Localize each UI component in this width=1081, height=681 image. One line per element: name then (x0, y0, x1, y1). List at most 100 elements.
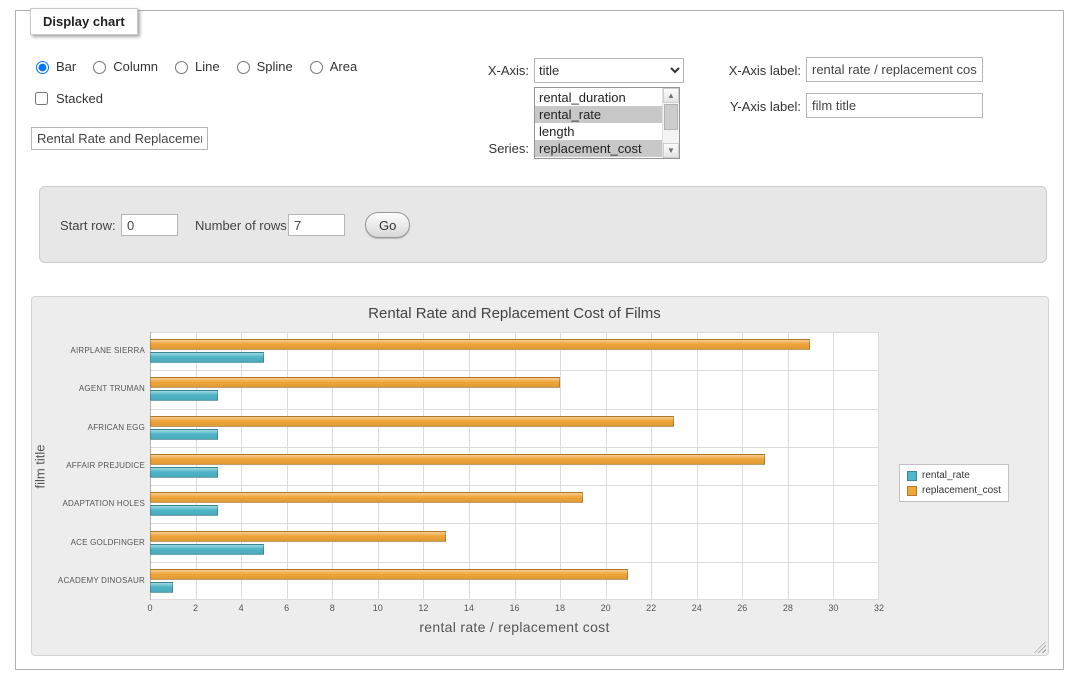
grid-line (332, 332, 333, 600)
number-of-rows-label: Number of rows: (195, 218, 290, 233)
scroll-down-icon[interactable]: ▼ (663, 143, 679, 158)
legend-label: replacement_cost (922, 485, 1001, 496)
x-tick-label: 16 (509, 603, 519, 613)
radio-area[interactable] (310, 61, 323, 74)
x-tick-label: 2 (193, 603, 198, 613)
bar-rental_rate (150, 390, 218, 401)
grid-line (560, 332, 561, 600)
series-option-rental-rate[interactable]: rental_rate (535, 106, 662, 123)
scrollbar-thumb[interactable] (664, 104, 678, 130)
category-label: ACADEMY DINOSAUR (52, 576, 145, 585)
category-label: ACE GOLDFINGER (52, 538, 145, 547)
chart-legend: rental_rate replacement_cost (899, 464, 1009, 502)
grid-line (788, 332, 789, 600)
bar-replacement_cost (150, 454, 765, 465)
x-tick-label: 24 (692, 603, 702, 613)
series-option-rental-duration[interactable]: rental_duration (535, 89, 662, 106)
radio-column-label: Column (113, 59, 158, 74)
grid-line (150, 332, 151, 600)
series-listbox-scrollbar[interactable]: ▲ ▼ (662, 88, 679, 158)
y-axis-title: film title (33, 397, 48, 537)
series-listbox-items: rental_duration rental_rate length repla… (535, 89, 662, 157)
legend-swatch (907, 486, 917, 496)
x-tick-label: 18 (555, 603, 565, 613)
series-list-label: Series: (449, 141, 529, 156)
y-axis-label-input[interactable] (806, 93, 983, 118)
series-option-length[interactable]: length (535, 123, 662, 140)
series-listbox[interactable]: rental_duration rental_rate length repla… (534, 87, 680, 159)
x-tick-label: 0 (147, 603, 152, 613)
legend-item[interactable]: rental_rate (907, 470, 1001, 481)
stacked-row: Stacked (31, 89, 103, 108)
grid-line (651, 332, 652, 600)
chart-title-input[interactable] (31, 127, 208, 150)
x-tick-label: 30 (828, 603, 838, 613)
bar-replacement_cost (150, 377, 560, 388)
start-row-input[interactable] (121, 214, 178, 236)
bar-replacement_cost (150, 339, 810, 350)
x-tick-label: 32 (874, 603, 884, 613)
radio-column[interactable] (93, 61, 106, 74)
category-label: ADAPTATION HOLES (52, 499, 145, 508)
x-axis-label-field-label: X-Axis label: (706, 63, 801, 78)
chart-panel: Rental Rate and Replacement Cost of Film… (31, 296, 1049, 656)
grid-line (378, 332, 379, 600)
grid-line (287, 332, 288, 600)
radio-bar-label: Bar (56, 59, 76, 74)
x-tick-label: 22 (646, 603, 656, 613)
grid-line (833, 332, 834, 600)
bar-rental_rate (150, 544, 264, 555)
bar-replacement_cost (150, 492, 583, 503)
panel-legend: Display chart (30, 8, 138, 35)
grid-line (469, 332, 470, 600)
plot-area (150, 332, 879, 600)
bar-replacement_cost (150, 531, 446, 542)
x-axis-title: rental rate / replacement cost (150, 619, 879, 635)
category-labels: AIRPLANE SIERRAAGENT TRUMANAFRICAN EGGAF… (52, 332, 145, 600)
start-row-label: Start row: (60, 218, 116, 233)
x-tick-label: 14 (464, 603, 474, 613)
legend-item[interactable]: replacement_cost (907, 485, 1001, 496)
bar-rental_rate (150, 429, 218, 440)
radio-line[interactable] (175, 61, 188, 74)
bar-replacement_cost (150, 416, 674, 427)
go-button[interactable]: Go (365, 212, 410, 238)
grid-line (241, 332, 242, 600)
radio-bar[interactable] (36, 61, 49, 74)
x-tick-label: 12 (418, 603, 428, 613)
category-label: AGENT TRUMAN (52, 384, 145, 393)
grid-line (515, 332, 516, 600)
stacked-checkbox[interactable] (35, 92, 48, 105)
category-label: AFRICAN EGG (52, 423, 145, 432)
grid-line (196, 332, 197, 600)
chart-type-radio-group: Bar Column Line Spline Area (31, 58, 365, 74)
grid-line (423, 332, 424, 600)
series-option-replacement-cost[interactable]: replacement_cost (535, 140, 662, 157)
row-range-panel: Start row: Number of rows: Go (39, 186, 1047, 263)
x-tick-label: 20 (601, 603, 611, 613)
radio-spline[interactable] (237, 61, 250, 74)
radio-spline-label: Spline (257, 59, 293, 74)
x-axis-select[interactable]: title (534, 58, 684, 83)
grid-line (606, 332, 607, 600)
legend-swatch (907, 471, 917, 481)
number-of-rows-input[interactable] (288, 214, 345, 236)
bar-rental_rate (150, 582, 173, 593)
bar-rental_rate (150, 505, 218, 516)
x-axis-select-label: X-Axis: (449, 63, 529, 78)
grid-line (878, 332, 879, 600)
bar-rental_rate (150, 352, 264, 363)
x-axis-label-input[interactable] (806, 57, 983, 82)
page: Display chart Bar Column Line Spline Are… (0, 0, 1081, 681)
display-chart-panel: Display chart Bar Column Line Spline Are… (15, 10, 1064, 670)
resize-handle-icon[interactable] (1034, 641, 1046, 653)
bar-replacement_cost (150, 569, 628, 580)
stacked-label: Stacked (56, 91, 103, 106)
bar-rental_rate (150, 467, 218, 478)
x-tick-label: 28 (783, 603, 793, 613)
radio-area-label: Area (330, 59, 357, 74)
chart-title: Rental Rate and Replacement Cost of Film… (150, 305, 879, 322)
radio-line-label: Line (195, 59, 220, 74)
grid-line (697, 332, 698, 600)
scroll-up-icon[interactable]: ▲ (663, 88, 679, 103)
